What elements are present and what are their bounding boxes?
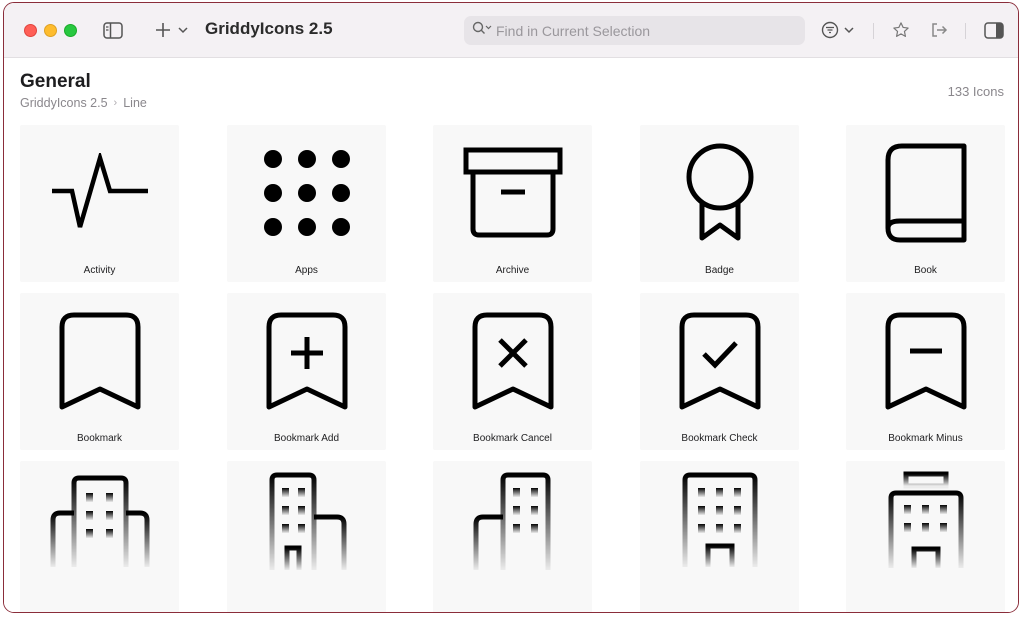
bookmark-add-icon bbox=[227, 293, 386, 428]
chevron-down-icon[interactable] bbox=[177, 25, 189, 35]
zoom-window-button[interactable] bbox=[64, 24, 77, 37]
icon-label: Bookmark Check bbox=[681, 433, 758, 444]
icon-label: Bookmark Minus bbox=[888, 433, 963, 444]
icon-label: Book bbox=[914, 265, 937, 276]
icon-browser: General GriddyIcons 2.5 › Line 133 Icons… bbox=[4, 59, 1018, 612]
icon-card-bookmark-cancel[interactable]: Bookmark Cancel bbox=[433, 293, 592, 450]
toolbar-divider bbox=[873, 23, 874, 39]
search-icon bbox=[472, 21, 492, 40]
archive-icon bbox=[433, 125, 592, 260]
apps-icon bbox=[227, 125, 386, 260]
icon-card-book[interactable]: Book bbox=[846, 125, 1005, 282]
icon-card-bookmark-add[interactable]: Bookmark Add bbox=[227, 293, 386, 450]
search-input[interactable] bbox=[496, 22, 786, 39]
breadcrumb-item[interactable]: Line bbox=[123, 96, 147, 110]
badge-icon bbox=[640, 125, 799, 260]
building-icon bbox=[846, 461, 1005, 581]
inspector-toggle-icon[interactable] bbox=[984, 21, 1004, 39]
breadcrumb-item[interactable]: GriddyIcons 2.5 bbox=[20, 96, 108, 110]
share-icon bbox=[932, 23, 948, 37]
icon-card-building[interactable] bbox=[227, 461, 386, 612]
icon-label: Activity bbox=[83, 265, 116, 276]
bookmark-cancel-icon bbox=[433, 293, 592, 428]
icon-card-archive[interactable]: Archive bbox=[433, 125, 592, 282]
favorite-button[interactable] bbox=[891, 20, 911, 40]
icon-card-bookmark[interactable]: Bookmark bbox=[20, 293, 179, 450]
icon-label: Bookmark Cancel bbox=[473, 433, 552, 444]
book-icon bbox=[846, 125, 1005, 260]
icon-card-bookmark-check[interactable]: Bookmark Check bbox=[640, 293, 799, 450]
close-window-button[interactable] bbox=[24, 24, 37, 37]
search-field[interactable] bbox=[464, 16, 805, 45]
icon-label: Bookmark Add bbox=[273, 433, 340, 444]
breadcrumb: GriddyIcons 2.5 › Line bbox=[20, 96, 147, 110]
toolbar-divider bbox=[965, 23, 966, 39]
building-icon bbox=[640, 461, 799, 581]
icon-card-building[interactable] bbox=[640, 461, 799, 612]
export-button[interactable] bbox=[929, 20, 949, 40]
building-icon bbox=[433, 461, 592, 581]
page-title: General bbox=[20, 71, 91, 92]
plus-icon bbox=[156, 23, 170, 37]
icon-card-bookmark-minus[interactable]: Bookmark Minus bbox=[846, 293, 1005, 450]
icon-card-building[interactable] bbox=[20, 461, 179, 612]
filter-menu-chevron-icon[interactable] bbox=[843, 25, 855, 35]
star-icon bbox=[893, 22, 909, 37]
window-title: GriddyIcons 2.5 bbox=[205, 19, 333, 38]
icon-label: Badge bbox=[705, 265, 734, 276]
minimize-window-button[interactable] bbox=[44, 24, 57, 37]
icon-label: Apps bbox=[295, 265, 318, 276]
toolbar: GriddyIcons 2.5 bbox=[4, 3, 1018, 58]
app-window: GriddyIcons 2.5 General GriddyIcons 2 bbox=[3, 2, 1019, 613]
sidebar-toggle-icon[interactable] bbox=[103, 21, 123, 39]
building-icon bbox=[20, 461, 179, 581]
icon-count: 133 Icons bbox=[947, 84, 1004, 99]
activity-icon bbox=[20, 125, 179, 260]
filter-icon bbox=[821, 21, 839, 39]
bookmark-check-icon bbox=[640, 293, 799, 428]
bookmark-icon bbox=[20, 293, 179, 428]
filter-button[interactable] bbox=[820, 20, 840, 40]
breadcrumb-separator: › bbox=[113, 97, 118, 109]
icon-card-building[interactable] bbox=[846, 461, 1005, 612]
icon-label: Archive bbox=[495, 265, 530, 276]
building-icon bbox=[227, 461, 386, 581]
icon-card-apps[interactable]: Apps bbox=[227, 125, 386, 282]
add-button[interactable] bbox=[154, 21, 172, 39]
icon-card-building[interactable] bbox=[433, 461, 592, 612]
icon-card-badge[interactable]: Badge bbox=[640, 125, 799, 282]
icon-label: Bookmark bbox=[76, 433, 122, 444]
bookmark-minus-icon bbox=[846, 293, 1005, 428]
icon-card-activity[interactable]: Activity bbox=[20, 125, 179, 282]
